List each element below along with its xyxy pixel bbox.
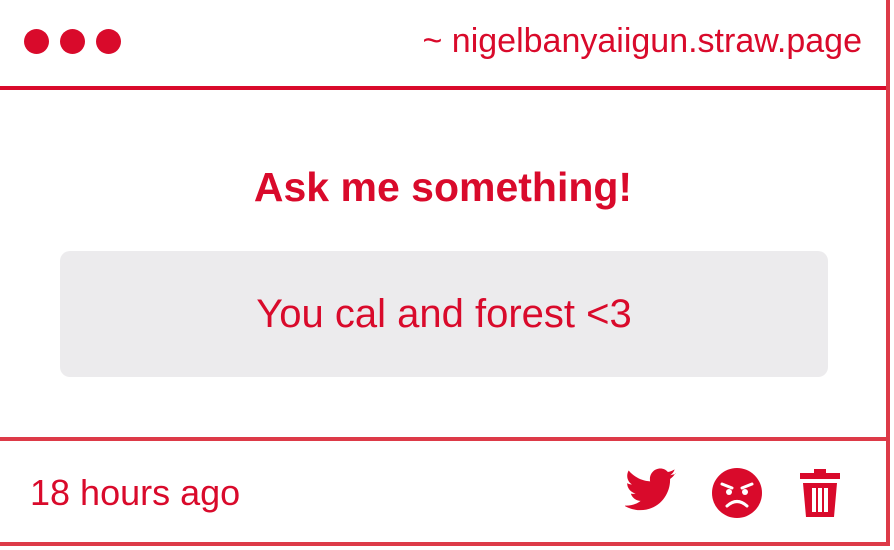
timestamp: 18 hours ago xyxy=(30,472,241,513)
message-text: You cal and forest <3 xyxy=(256,292,632,336)
question-card: ~ nigelbanyaiigun.straw.page Ask me some… xyxy=(0,0,890,546)
window-dot-icon xyxy=(24,29,49,54)
window-dot-icon xyxy=(96,29,121,54)
card-header: ~ nigelbanyaiigun.straw.page xyxy=(0,0,886,90)
twitter-icon[interactable] xyxy=(625,468,677,512)
message-box: You cal and forest <3 xyxy=(60,251,828,377)
page-title: Ask me something! xyxy=(253,164,633,210)
window-dot-icon xyxy=(60,29,85,54)
angry-face-icon[interactable] xyxy=(712,468,762,518)
trash-icon[interactable] xyxy=(798,467,842,519)
site-url[interactable]: ~ nigelbanyaiigun.straw.page xyxy=(423,20,863,62)
window-dots xyxy=(24,29,121,54)
footer-divider xyxy=(0,437,886,441)
